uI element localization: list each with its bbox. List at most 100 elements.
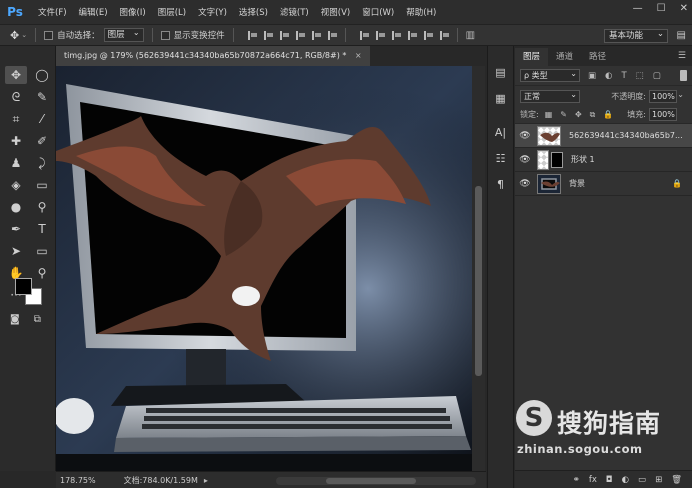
layer-row[interactable]: 👁 背景 🔒	[515, 172, 692, 196]
auto-align-icon[interactable]: ▥	[466, 30, 475, 41]
filter-toggle[interactable]	[680, 70, 687, 81]
dodge-icon[interactable]: ⚲	[31, 198, 53, 216]
chevron-down-icon[interactable]: ⌄	[21, 31, 27, 39]
filter-type-icon[interactable]: T	[621, 71, 626, 81]
foreground-color-swatch[interactable]	[15, 278, 32, 295]
horizontal-scrollbar[interactable]	[276, 477, 476, 485]
layer-style-icon[interactable]: fx	[589, 475, 597, 485]
blur-icon[interactable]: ●	[5, 198, 27, 216]
layer-name[interactable]: 562639441c34340ba65b7...	[569, 131, 683, 140]
layer-vector-mask[interactable]	[551, 151, 563, 168]
layer-filter-dropdown[interactable]: ρ 类型	[520, 68, 580, 82]
lock-pixels-icon[interactable]: ✎	[560, 110, 567, 120]
filter-adjustment-icon[interactable]: ◐	[605, 71, 612, 81]
align-left-icon[interactable]	[295, 30, 305, 40]
eye-icon[interactable]: 👁	[515, 179, 535, 189]
document-tab[interactable]: timg.jpg @ 179% (562639441c34340ba65b708…	[56, 46, 370, 66]
ellipse-marquee-icon[interactable]: ◯	[31, 66, 53, 84]
adjustment-layer-icon[interactable]: ◐	[622, 475, 629, 485]
layer-name[interactable]: 背景	[569, 178, 585, 189]
brush-icon[interactable]: ✐	[31, 132, 53, 150]
quick-mask-icon[interactable]: ◙	[10, 314, 20, 325]
minimize-button[interactable]: —	[633, 3, 643, 14]
paragraph-panel-icon[interactable]: ¶	[491, 174, 511, 194]
vertical-scroll-thumb[interactable]	[475, 186, 482, 376]
gradient-icon[interactable]: ▭	[31, 176, 53, 194]
align-vcenter-icon[interactable]	[263, 30, 273, 40]
menu-window[interactable]: 窗口(W)	[362, 6, 394, 18]
crop-icon[interactable]: ⌗	[5, 110, 27, 128]
tab-layers[interactable]: 图层	[515, 48, 549, 66]
distribute-top-icon[interactable]	[359, 30, 369, 40]
healing-brush-icon[interactable]: ✚	[5, 132, 27, 150]
new-layer-icon[interactable]: ⊞	[655, 475, 662, 485]
menu-image[interactable]: 图像(I)	[120, 6, 146, 18]
glyphs-panel-icon[interactable]: ☷	[491, 148, 511, 168]
history-panel-icon[interactable]: ▤	[491, 62, 511, 82]
stamp-icon[interactable]: ♟	[5, 154, 27, 172]
eye-icon[interactable]: 👁	[515, 155, 535, 165]
canvas-area[interactable]	[56, 66, 472, 471]
horizontal-scroll-thumb[interactable]	[326, 478, 416, 484]
zoom-level[interactable]: 178.75%	[60, 476, 96, 485]
align-top-icon[interactable]	[247, 30, 257, 40]
lock-all-icon[interactable]: 🔒	[603, 110, 613, 120]
status-menu-arrow-icon[interactable]: ▸	[204, 476, 208, 485]
auto-select-target-dropdown[interactable]: 图层	[103, 27, 144, 42]
lock-artboard-icon[interactable]: ⧉	[590, 110, 596, 120]
layer-row[interactable]: 👁 562639441c34340ba65b7...	[515, 124, 692, 148]
type-icon[interactable]: T	[31, 220, 53, 238]
filter-smart-icon[interactable]: ▢	[653, 71, 661, 81]
filter-pixel-icon[interactable]: ▣	[588, 71, 596, 81]
move-tool-icon[interactable]: ✥	[5, 66, 27, 84]
pen-icon[interactable]: ✒	[5, 220, 27, 238]
panel-menu-icon[interactable]: ☰	[678, 51, 686, 61]
close-tab-icon[interactable]: ×	[355, 51, 362, 60]
lock-position-icon[interactable]: ✥	[575, 110, 582, 120]
distribute-hcenter-icon[interactable]	[423, 30, 433, 40]
show-transform-checkbox[interactable]	[160, 30, 170, 40]
workspace-switch-icon[interactable]: ▤	[677, 30, 686, 41]
menu-edit[interactable]: 编辑(E)	[79, 6, 108, 18]
color-swatches[interactable]	[15, 278, 45, 308]
menu-help[interactable]: 帮助(H)	[406, 6, 436, 18]
menu-filter[interactable]: 滤镜(T)	[280, 6, 309, 18]
swatches-panel-icon[interactable]: ▦	[491, 88, 511, 108]
distribute-right-icon[interactable]	[439, 30, 449, 40]
history-brush-icon[interactable]: ⤸	[31, 154, 53, 172]
new-group-icon[interactable]: ▭	[638, 475, 646, 485]
eyedropper-icon[interactable]: ⁄	[31, 110, 53, 128]
lock-transparent-icon[interactable]: ▦	[545, 110, 553, 120]
auto-select-checkbox[interactable]	[44, 30, 54, 40]
align-bottom-icon[interactable]	[279, 30, 289, 40]
layer-name[interactable]: 形状 1	[571, 154, 595, 165]
distribute-bottom-icon[interactable]	[391, 30, 401, 40]
character-panel-icon[interactable]: A|	[491, 122, 511, 142]
close-button[interactable]: ✕	[680, 3, 688, 14]
menu-select[interactable]: 选择(S)	[239, 6, 268, 18]
rectangle-shape-icon[interactable]: ▭	[31, 242, 53, 260]
tab-paths[interactable]: 路径	[581, 48, 614, 66]
screen-mode-icon[interactable]: ⧉	[34, 314, 41, 325]
vertical-scrollbar[interactable]	[472, 66, 485, 471]
delete-layer-icon[interactable]: 🗑	[671, 475, 682, 485]
workspace-dropdown[interactable]: 基本功能	[604, 28, 668, 43]
eye-icon[interactable]: 👁	[515, 131, 535, 141]
layer-row[interactable]: 👁 形状 1	[515, 148, 692, 172]
lasso-icon[interactable]: ᘓ	[5, 88, 27, 106]
link-layers-icon[interactable]: ⚭	[573, 475, 580, 485]
distribute-vcenter-icon[interactable]	[375, 30, 385, 40]
menu-type[interactable]: 文字(Y)	[198, 6, 227, 18]
maximize-button[interactable]: ☐	[657, 3, 666, 14]
blend-mode-dropdown[interactable]: 正常	[520, 89, 580, 103]
tab-channels[interactable]: 通道	[548, 48, 581, 66]
menu-layer[interactable]: 图层(L)	[158, 6, 186, 18]
menu-file[interactable]: 文件(F)	[38, 6, 67, 18]
fill-field[interactable]: 100%	[649, 108, 677, 121]
align-hcenter-icon[interactable]	[311, 30, 321, 40]
opacity-field[interactable]: 100%	[649, 89, 684, 103]
add-mask-icon[interactable]: ◘	[606, 475, 613, 485]
path-select-icon[interactable]: ➤	[5, 242, 27, 260]
distribute-left-icon[interactable]	[407, 30, 417, 40]
move-icon[interactable]: ✥	[10, 29, 19, 42]
